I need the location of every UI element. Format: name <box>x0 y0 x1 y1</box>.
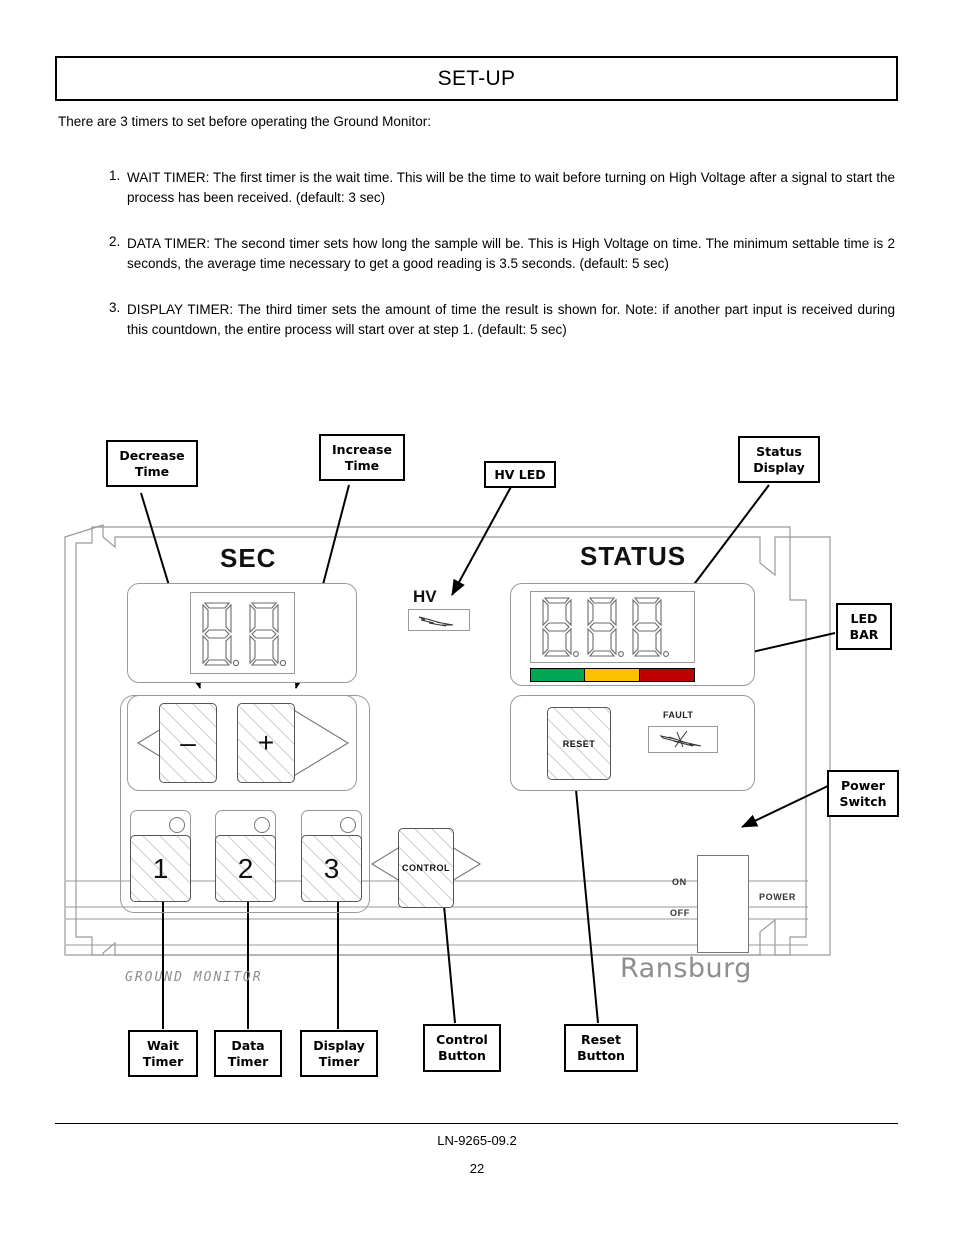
plus-key-label: + <box>257 727 275 758</box>
power-on-label: ON <box>672 877 687 887</box>
preset-2-led <box>254 817 270 833</box>
preset-3-key[interactable]: 3 <box>301 835 362 902</box>
callout-led-bar: LED BAR <box>836 603 892 650</box>
callout-hv-led: HV LED <box>484 461 556 488</box>
callout-line-2: Button <box>438 1048 486 1063</box>
list-item: 1. WAIT TIMER: The first timer is the wa… <box>95 168 895 207</box>
callout-status-display: Status Display <box>738 436 820 483</box>
callout-line-1: Increase <box>332 441 392 457</box>
list-item-text: DATA TIMER: The second timer sets how lo… <box>127 236 895 271</box>
callout-line-1: Control <box>436 1032 488 1048</box>
reset-key[interactable]: RESET <box>547 707 611 780</box>
callout-reset-button: Reset Button <box>564 1024 638 1072</box>
preset-2-key[interactable]: 2 <box>215 835 276 902</box>
callout-power-switch: Power Switch <box>827 770 899 817</box>
led-bar-segment-green <box>531 669 586 681</box>
list-item-text: DISPLAY TIMER: The third timer sets the … <box>127 302 895 337</box>
preset-3-led <box>340 817 356 833</box>
control-key[interactable]: CONTROL <box>398 828 454 908</box>
minus-key-label: – <box>180 727 196 758</box>
model-name-text: GROUND MONITOR <box>125 970 263 985</box>
callout-line-2: Button <box>577 1048 625 1063</box>
callout-line-1: Display <box>313 1037 365 1053</box>
list-item-text: WAIT TIMER: The first timer is the wait … <box>127 170 895 205</box>
callout-increase-time: Increase Time <box>319 434 405 481</box>
hv-led-indicator <box>408 609 470 631</box>
list-item-number: 2. <box>109 234 121 250</box>
callout-line-2: Timer <box>227 1053 269 1069</box>
status-display-screen <box>530 591 695 663</box>
footer-divider <box>55 1123 898 1124</box>
callout-control-button: Control Button <box>423 1024 501 1072</box>
lightning-bolt-icon <box>418 616 454 627</box>
callout-line-2: Display <box>753 459 805 475</box>
status-seven-segment-digits <box>542 597 669 657</box>
ground-monitor-diagram: Decrease Time Increase Time HV LED Statu… <box>0 415 954 1095</box>
power-off-label: OFF <box>670 908 690 918</box>
callout-line-2: Switch <box>839 793 887 809</box>
callout-wait-timer: Wait Timer <box>128 1030 198 1077</box>
hv-indicator-label: HV <box>413 587 437 606</box>
callout-line-1: Reset <box>581 1032 621 1048</box>
callout-line-2: BAR <box>849 626 879 642</box>
callout-line-1: Decrease <box>119 447 185 463</box>
footer-document-number: LN-9265-09.2 <box>437 1133 517 1148</box>
brand-logo: Ransburg <box>620 953 752 984</box>
list-item-number: 3. <box>109 300 121 316</box>
decrease-time-key[interactable]: – <box>159 703 217 783</box>
status-section-title: STATUS <box>580 541 687 571</box>
preset-1-label: 1 <box>152 852 169 884</box>
sec-section-title: SEC <box>220 543 277 573</box>
control-left-chevron-icon <box>370 846 401 882</box>
callout-line-1: Data <box>231 1037 265 1053</box>
control-panel: SEC STATUS HV – + RESET FAULT 1 2 3 CONT… <box>60 525 830 985</box>
increase-time-key[interactable]: + <box>237 703 295 783</box>
preset-1-led <box>169 817 185 833</box>
right-chevron-icon <box>291 708 350 778</box>
callout-line-1: HV LED <box>494 466 546 482</box>
callout-line-1: Status <box>756 443 802 459</box>
fault-led-indicator <box>648 726 718 753</box>
callout-display-timer: Display Timer <box>300 1030 378 1077</box>
callout-line-1: LED <box>850 610 878 626</box>
power-label: POWER <box>759 892 797 902</box>
control-right-chevron-icon <box>451 846 482 882</box>
fault-bolt-icon <box>659 730 702 748</box>
callout-line-1: Wait <box>146 1037 180 1053</box>
sec-display-screen <box>190 592 295 674</box>
page-title: SET-UP <box>437 66 516 90</box>
callout-line-2: Timer <box>318 1053 360 1069</box>
power-switch-toggle[interactable] <box>697 855 749 953</box>
control-key-label: CONTROL <box>402 863 450 873</box>
fault-indicator-label: FAULT <box>663 710 694 720</box>
callout-line-2: Time <box>344 457 380 473</box>
callout-line-1: Power <box>841 777 885 793</box>
led-bar-segment-red <box>639 669 694 681</box>
timer-list: 1. WAIT TIMER: The first timer is the wa… <box>95 168 895 366</box>
reset-key-label: RESET <box>562 738 596 749</box>
callout-decrease-time: Decrease Time <box>106 440 198 487</box>
list-item: 3. DISPLAY TIMER: The third timer sets t… <box>95 300 895 339</box>
intro-paragraph: There are 3 timers to set before operati… <box>58 114 431 129</box>
callout-line-2: Timer <box>142 1053 184 1069</box>
page-title-box: SET-UP <box>55 56 898 101</box>
preset-2-label: 2 <box>237 852 254 884</box>
led-bar-segment-yellow <box>585 669 640 681</box>
callout-line-2: Time <box>134 463 170 479</box>
footer-page-number: 22 <box>469 1161 485 1176</box>
status-led-bar <box>530 668 695 682</box>
preset-3-label: 3 <box>323 852 340 884</box>
callout-data-timer: Data Timer <box>214 1030 282 1077</box>
list-item-number: 1. <box>109 168 121 183</box>
sec-seven-segment-digits <box>202 602 287 667</box>
preset-1-key[interactable]: 1 <box>130 835 191 902</box>
list-item: 2. DATA TIMER: The second timer sets how… <box>95 234 895 273</box>
